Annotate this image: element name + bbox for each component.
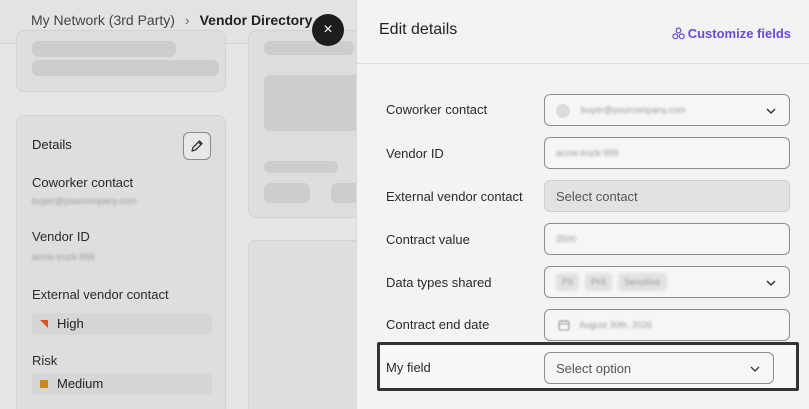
detail-pill-label: Medium <box>57 376 104 391</box>
chevron-down-icon <box>766 280 776 287</box>
label-data-types-shared: Data types shared <box>386 275 492 290</box>
data-type-tag[interactable]: PII <box>556 273 580 291</box>
drawer-header: Edit details Customize fields <box>357 0 809 64</box>
customize-fields-link[interactable]: Customize fields <box>672 26 791 41</box>
close-icon: × <box>323 21 333 38</box>
close-drawer-button[interactable]: × <box>312 14 344 46</box>
coworker-contact-value: buyer@yourcompany.com <box>581 105 686 115</box>
activity-card <box>248 240 368 409</box>
detail-value-vendor-id: acme-truck-999 <box>32 252 95 262</box>
contract-end-date-picker[interactable]: August 30th, 2026 <box>544 309 790 341</box>
contract-value-input[interactable]: 2500 <box>544 223 790 255</box>
detail-value-external-vendor-contact: High <box>32 313 212 335</box>
data-type-tag[interactable]: PHI <box>585 273 613 291</box>
vendor-id-value: acme-truck-999 <box>556 148 619 158</box>
my-field-select[interactable]: Select option <box>544 352 774 384</box>
detail-value-risk: Medium <box>32 373 212 395</box>
label-contract-value: Contract value <box>386 232 470 247</box>
skeleton-line <box>264 161 338 173</box>
detail-pill-label: High <box>57 316 84 331</box>
skeleton-line <box>264 41 354 55</box>
breadcrumb-separator: › <box>184 12 190 28</box>
detail-label-vendor-id: Vendor ID <box>32 229 90 244</box>
overview-card <box>248 30 368 218</box>
edit-details-button[interactable] <box>183 132 211 160</box>
skeleton-line <box>32 41 176 57</box>
label-external-vendor-contact: External vendor contact <box>386 189 523 204</box>
chevron-down-icon <box>766 108 776 115</box>
label-contract-end-date: Contract end date <box>386 317 490 332</box>
chevron-down-icon <box>750 366 760 372</box>
high-priority-icon <box>40 320 48 328</box>
details-card: Details Coworker contact buyer@yourcompa… <box>16 115 226 409</box>
contract-end-date-value: August 30th, 2026 <box>579 320 653 330</box>
detail-label-coworker-contact: Coworker contact <box>32 175 134 190</box>
detail-value-coworker-contact: buyer@yourcompany.com <box>32 196 137 206</box>
coworker-contact-select[interactable]: buyer@yourcompany.com <box>544 94 790 126</box>
breadcrumb: My Network (3rd Party) › Vendor Directory <box>31 12 312 28</box>
detail-label-external-vendor-contact: External vendor contact <box>32 287 169 302</box>
data-type-tags: PII PHI Sensitive <box>556 273 673 291</box>
calendar-icon <box>558 320 570 331</box>
skeleton-block <box>264 75 364 131</box>
avatar <box>556 104 570 118</box>
label-my-field: My field <box>386 360 431 375</box>
summary-card <box>16 30 226 92</box>
label-coworker-contact: Coworker contact <box>386 102 488 117</box>
skeleton-line <box>32 60 219 76</box>
data-type-tag[interactable]: Sensitive <box>618 273 667 291</box>
data-types-shared-select[interactable]: PII PHI Sensitive <box>544 266 790 298</box>
customize-fields-label: Customize fields <box>687 26 791 41</box>
breadcrumb-parent[interactable]: My Network (3rd Party) <box>31 12 175 28</box>
vendor-id-input[interactable]: acme-truck-999 <box>544 137 790 169</box>
label-vendor-id: Vendor ID <box>386 146 444 161</box>
details-title: Details <box>32 137 72 152</box>
pencil-icon <box>191 140 203 152</box>
skeleton-chip <box>264 183 310 203</box>
my-field-placeholder: Select option <box>556 361 632 376</box>
medium-priority-icon <box>40 380 48 388</box>
detail-label-risk: Risk <box>32 353 58 368</box>
external-vendor-contact-select: Select contact <box>544 180 790 212</box>
external-vendor-contact-placeholder: Select contact <box>556 189 638 204</box>
contract-value-value: 2500 <box>556 234 577 244</box>
breadcrumb-current: Vendor Directory <box>199 12 313 28</box>
drawer-title: Edit details <box>379 21 458 38</box>
edit-details-drawer: Edit details Customize fields Coworker c… <box>356 0 809 409</box>
shapes-icon <box>672 27 685 40</box>
